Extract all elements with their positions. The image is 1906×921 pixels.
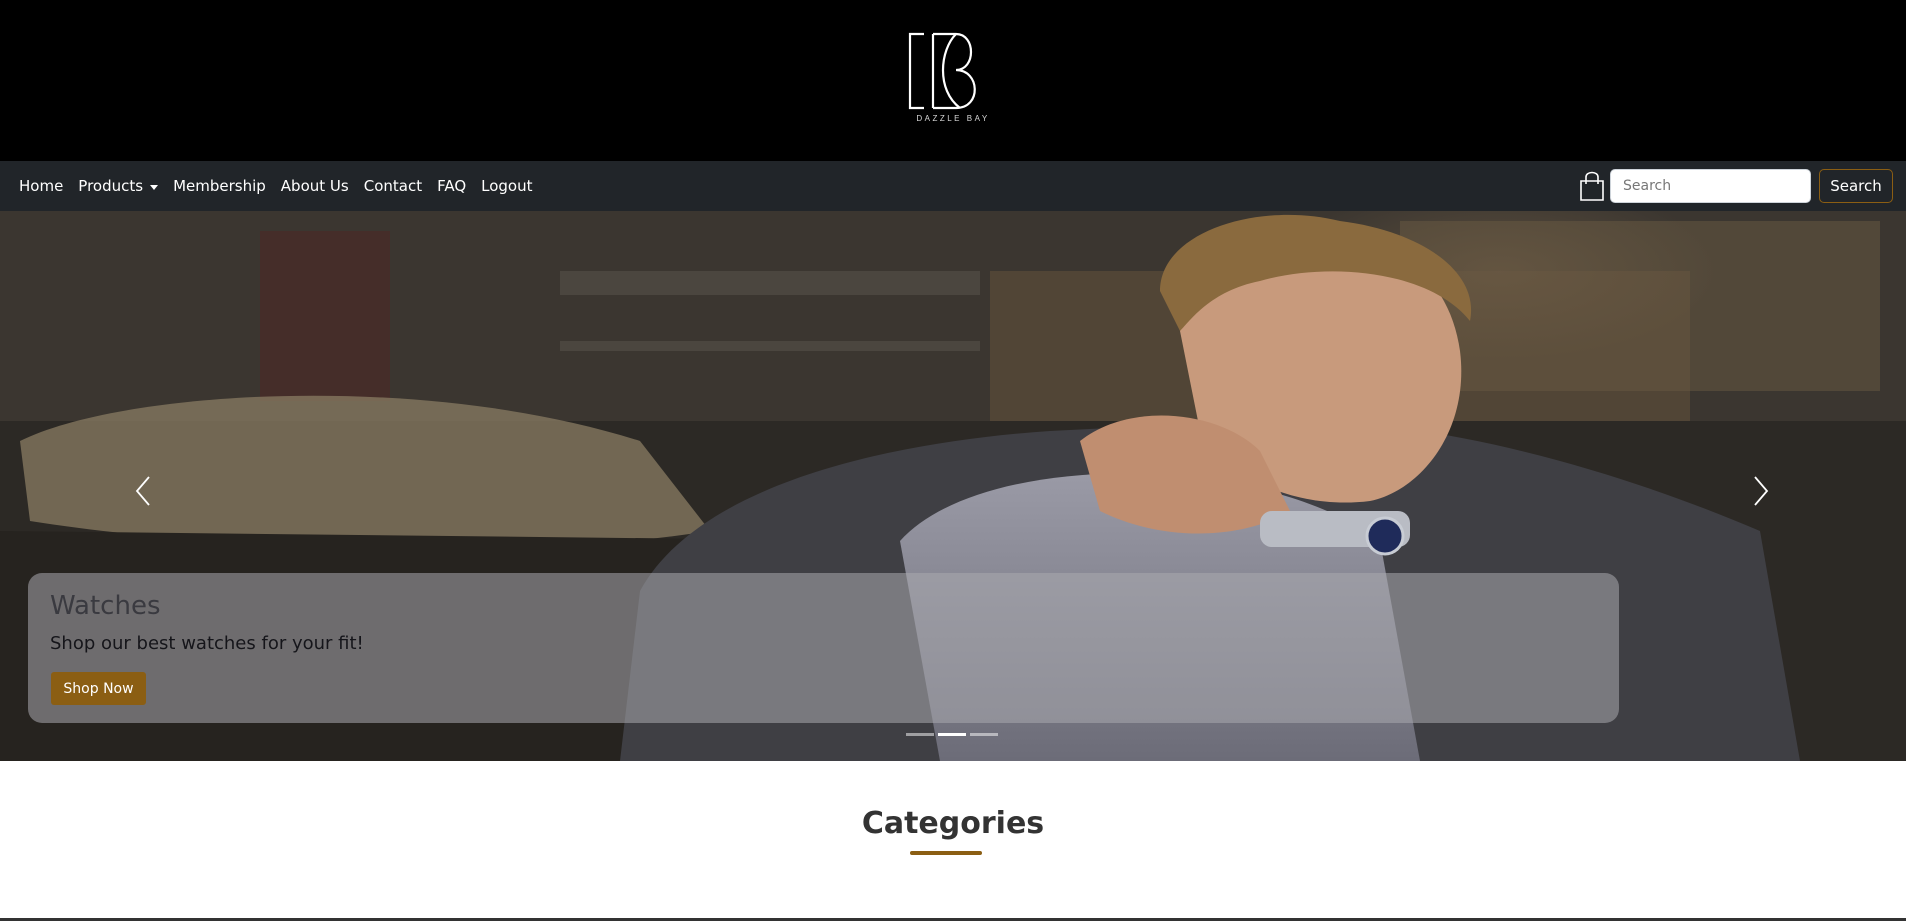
shop-now-button[interactable]: Shop Now: [51, 672, 146, 705]
nav-home[interactable]: Home: [19, 177, 63, 195]
logo-wordmark: DAZZLE BAY: [916, 114, 990, 123]
carousel-prev-button[interactable]: [128, 469, 158, 513]
carousel-indicators: [906, 733, 1002, 736]
hero-carousel: Watches Shop our best watches for your f…: [0, 211, 1906, 761]
caption-title: Watches: [50, 591, 161, 621]
carousel-caption: Watches Shop our best watches for your f…: [28, 573, 1619, 723]
chevron-left-icon: [135, 476, 150, 506]
categories-heading: Categories: [861, 806, 1045, 841]
carousel-indicator-active[interactable]: [938, 733, 966, 736]
dazzle-bay-logo[interactable]: DAZZLE BAY: [900, 30, 1006, 130]
nav-contact[interactable]: Contact: [364, 177, 422, 195]
carousel-next-button[interactable]: [1746, 469, 1776, 513]
header-brand-bar: DAZZLE BAY: [0, 0, 1906, 161]
nav-links: Home Products Membership About Us Contac…: [0, 161, 548, 211]
nav-about-us[interactable]: About Us: [281, 177, 349, 195]
chevron-right-icon: [1754, 476, 1769, 506]
carousel-indicator[interactable]: [906, 733, 934, 736]
shopping-bag-icon[interactable]: [1578, 170, 1606, 202]
search-button[interactable]: Search: [1819, 169, 1893, 203]
caret-down-icon: [150, 184, 159, 190]
nav-products-dropdown[interactable]: Products: [78, 177, 159, 195]
nav-membership[interactable]: Membership: [173, 177, 266, 195]
caption-text: Shop our best watches for your fit!: [50, 633, 364, 654]
categories-underline: [910, 851, 982, 855]
nav-logout[interactable]: Logout: [481, 177, 532, 195]
logo-mark-icon: [908, 32, 976, 110]
carousel-indicator[interactable]: [970, 733, 998, 736]
search-input[interactable]: [1610, 169, 1811, 203]
nav-faq[interactable]: FAQ: [437, 177, 466, 195]
nav-products-label: Products: [78, 177, 144, 195]
